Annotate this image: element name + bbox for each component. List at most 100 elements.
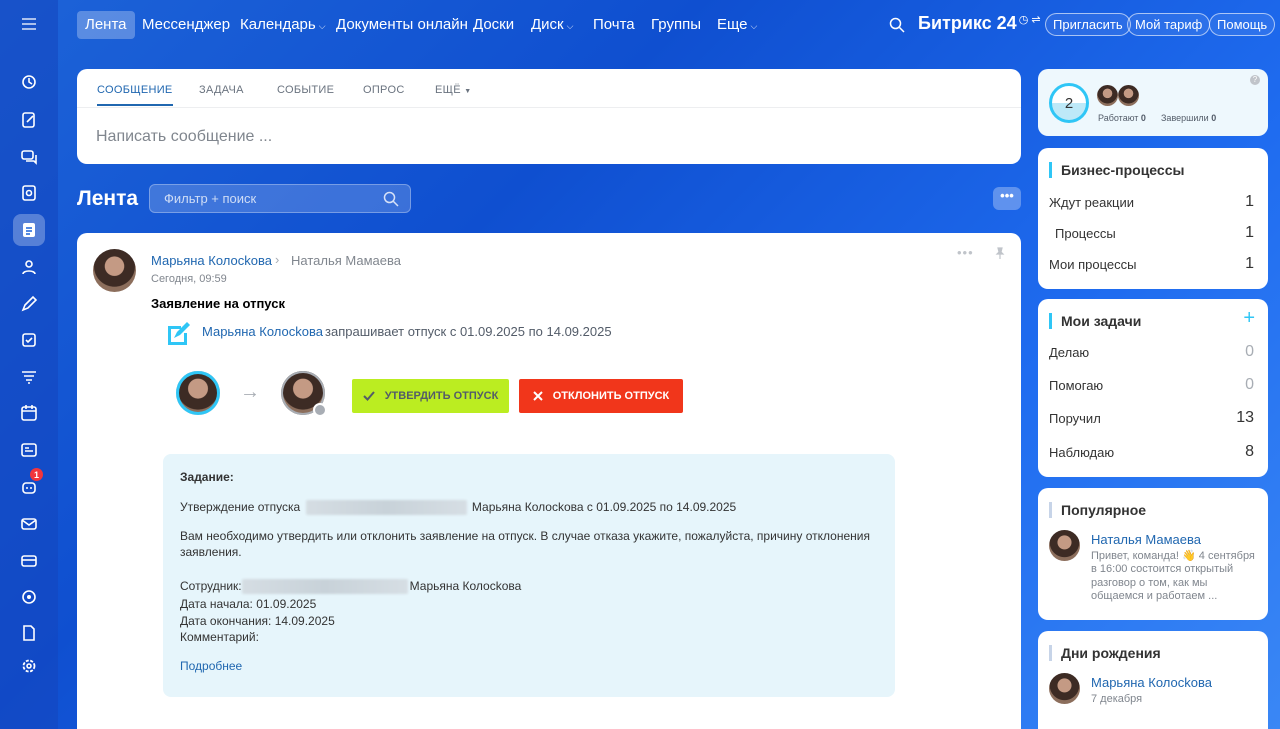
task-instruction-cont: заявления.: [180, 545, 242, 559]
nav-drive-label: Диск: [531, 16, 564, 33]
bp-title[interactable]: Бизнес-процессы: [1049, 162, 1184, 178]
bp-row[interactable]: Процессы 1: [1055, 224, 1254, 241]
search-icon[interactable]: [383, 191, 399, 207]
tasks-title[interactable]: Мои задачи: [1049, 313, 1141, 329]
docs-icon[interactable]: [13, 617, 45, 649]
employee-label: Сотрудник:: [180, 579, 242, 593]
chevron-down-icon: ⌵: [566, 21, 574, 31]
nav-calendar-label: Календарь: [240, 16, 316, 33]
tab-message[interactable]: СООБЩЕНИЕ: [97, 84, 173, 106]
page-title: Лента: [77, 187, 139, 210]
task-row-value: 0: [1245, 343, 1254, 360]
approve-label: УТВЕРДИТЬ ОТПУСК: [384, 390, 499, 402]
nav-messenger[interactable]: Мессенджер: [134, 11, 238, 39]
calendar-icon[interactable]: [13, 397, 45, 429]
contact-card-icon[interactable]: [13, 434, 45, 466]
more-details-link[interactable]: Подробнее: [180, 659, 242, 673]
bp-row-value: 1: [1245, 255, 1254, 272]
post-menu-icon[interactable]: •••: [957, 245, 974, 260]
pin-icon[interactable]: [994, 247, 1006, 259]
nav-feed[interactable]: Лента: [77, 11, 135, 39]
nav-documents[interactable]: Документы онлайн: [328, 11, 476, 39]
task-row[interactable]: Помогаю 0: [1049, 376, 1254, 393]
task-row-value: 8: [1245, 443, 1254, 460]
bp-row[interactable]: Ждут реакции 1: [1049, 193, 1254, 210]
task-row-label: Наблюдаю: [1049, 445, 1115, 460]
funnel-icon[interactable]: [13, 361, 45, 393]
request-author-link[interactable]: Марьяна Колосkова: [202, 324, 323, 339]
my-tariff-button[interactable]: Мой тариф: [1127, 13, 1211, 36]
avatar[interactable]: [1049, 530, 1080, 561]
avatar[interactable]: [1097, 85, 1118, 106]
employees-icon[interactable]: [13, 251, 45, 283]
avatar[interactable]: [93, 249, 136, 292]
checklist-icon[interactable]: [13, 324, 45, 356]
feed-more-button[interactable]: •••: [993, 187, 1021, 210]
chevron-down-icon: ⌵: [318, 21, 326, 31]
avatar[interactable]: [1049, 673, 1080, 704]
popular-text[interactable]: разговор о том, как мы: [1091, 577, 1207, 589]
add-task-icon[interactable]: +: [1243, 307, 1255, 330]
post-author-link[interactable]: Марьяна Колосkова: [151, 253, 272, 268]
nav-drive[interactable]: Диск ⌵: [523, 11, 581, 39]
task-instruction: Вам необходимо утвердить или отклонить з…: [180, 529, 870, 543]
task-row-label: Поручил: [1049, 411, 1101, 426]
decline-vacation-button[interactable]: ОТКЛОНИТЬ ОТПУСК: [519, 379, 683, 413]
brand-logo[interactable]: Битрикс 24 ◷ ⇌: [918, 13, 1041, 34]
birthdays-card: Дни рождения Марьяна Колосkова 7 декабря: [1038, 631, 1268, 729]
bp-row-label: Ждут реакции: [1049, 195, 1135, 210]
birthdays-title[interactable]: Дни рождения: [1049, 645, 1161, 661]
card-icon[interactable]: [13, 545, 45, 577]
task-row[interactable]: Поручил 13: [1049, 409, 1254, 426]
task-row[interactable]: Делаю 0: [1049, 343, 1254, 360]
popular-title[interactable]: Популярное: [1049, 502, 1146, 518]
feed-icon[interactable]: [13, 214, 45, 246]
bp-row[interactable]: Мои процессы 1: [1049, 255, 1254, 272]
avatar[interactable]: [176, 371, 220, 415]
birthday-name-link[interactable]: Марьяна Колосkова: [1091, 675, 1212, 690]
tab-task[interactable]: ЗАДАЧА: [199, 84, 244, 104]
popular-text[interactable]: Привет, команда! 👋 4 сентября: [1091, 549, 1255, 562]
mail-icon[interactable]: [13, 508, 45, 540]
post-recipient[interactable]: Наталья Мамаева: [291, 253, 401, 268]
task-row[interactable]: Наблюдаю 8: [1049, 443, 1254, 460]
nav-calendar[interactable]: Календарь ⌵: [232, 11, 334, 39]
chat-icon[interactable]: [13, 141, 45, 173]
tasks-edit-icon[interactable]: [13, 104, 45, 136]
sales-icon[interactable]: [13, 66, 45, 98]
menu-icon[interactable]: [13, 8, 45, 40]
employee-name: Марьяна Колосkова: [409, 579, 522, 593]
message-input[interactable]: Написать сообщение ...: [96, 128, 272, 146]
post-composer: СООБЩЕНИЕ ЗАДАЧА СОБЫТИЕ ОПРОС ЕЩЁ ▼ Нап…: [77, 69, 1021, 164]
stats-counter[interactable]: 2: [1049, 83, 1089, 123]
avatar[interactable]: [1118, 85, 1139, 106]
invite-button[interactable]: Пригласить: [1045, 13, 1131, 36]
tab-more-label: ЕЩЁ: [435, 84, 461, 96]
sign-icon[interactable]: [13, 288, 45, 320]
popular-author-link[interactable]: Наталья Мамаева: [1091, 532, 1201, 547]
nav-more[interactable]: Еще ⌵: [709, 11, 765, 39]
bot-icon[interactable]: 1: [13, 468, 45, 503]
popular-text[interactable]: в 16:00 состоится открытый: [1091, 563, 1233, 575]
tab-event[interactable]: СОБЫТИЕ: [277, 84, 334, 104]
settings-gear-icon[interactable]: [13, 650, 45, 682]
filter-search-input[interactable]: Фильтр + поиск: [149, 184, 411, 213]
drive-icon[interactable]: [13, 177, 45, 209]
target-icon[interactable]: [13, 581, 45, 613]
post-time[interactable]: Сегодня, 09:59: [151, 273, 227, 285]
my-tasks-card: Мои задачи + Делаю 0 Помогаю 0 Поручил 13 Н…: [1038, 299, 1268, 477]
clock-icon: [313, 403, 327, 417]
search-placeholder: Фильтр + поиск: [164, 191, 257, 206]
task-comment: Комментарий:: [180, 630, 259, 644]
help-icon[interactable]: ?: [1250, 75, 1260, 85]
done-count: 0: [1211, 113, 1217, 123]
tab-poll[interactable]: ОПРОС: [363, 84, 405, 104]
approve-vacation-button[interactable]: УТВЕРДИТЬ ОТПУСК: [352, 379, 509, 413]
nav-boards[interactable]: Доски: [465, 11, 522, 39]
help-button[interactable]: Помощь: [1209, 13, 1276, 36]
tab-more[interactable]: ЕЩЁ ▼: [435, 84, 472, 104]
nav-groups[interactable]: Группы: [643, 11, 709, 39]
nav-mail[interactable]: Почта: [585, 11, 643, 39]
popular-text[interactable]: общаемся и работаем ...: [1091, 590, 1217, 602]
search-icon[interactable]: [889, 17, 905, 33]
